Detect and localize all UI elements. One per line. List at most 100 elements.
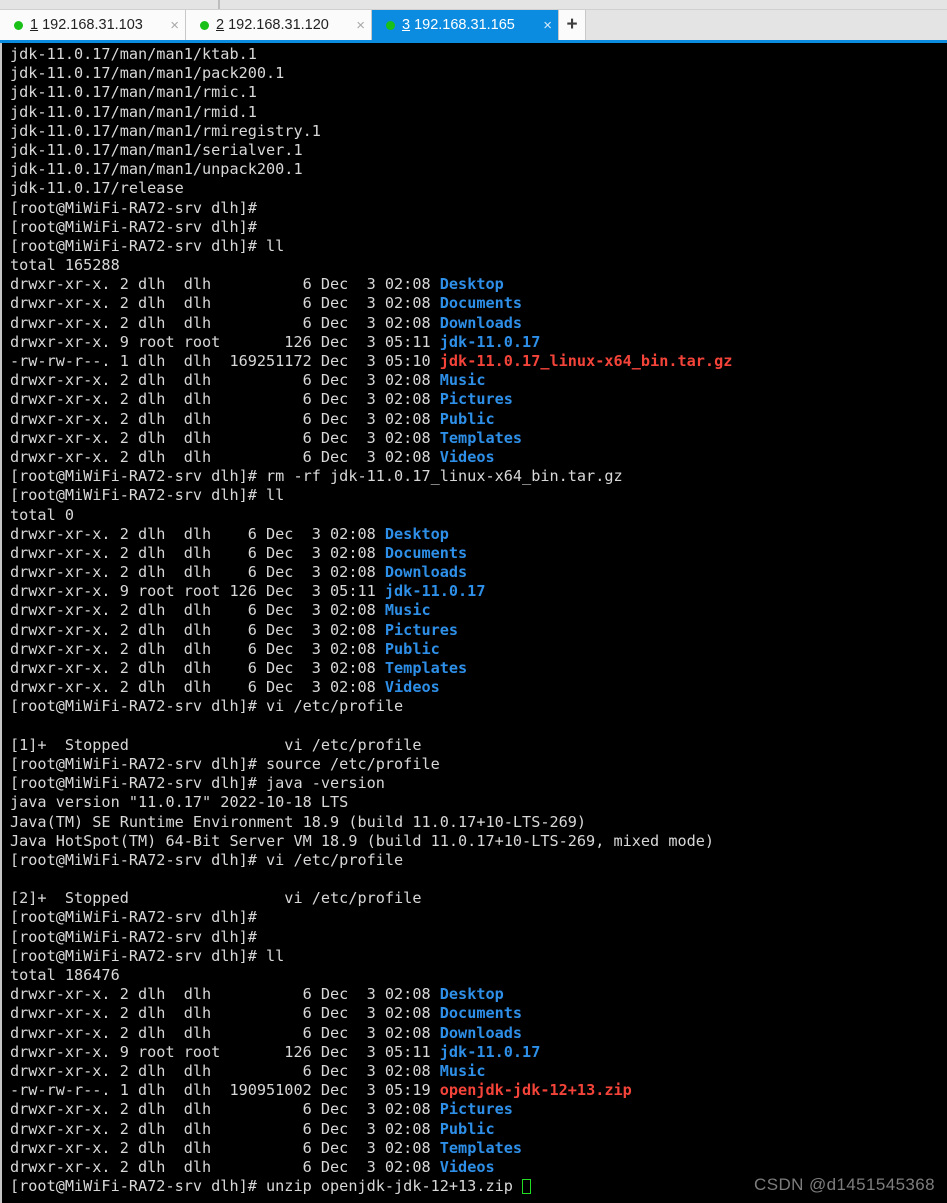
terminal-text: jdk-11.0.17/man/man1/unpack200.1 xyxy=(10,160,303,178)
terminal-line: drwxr-xr-x. 2 dlh dlh 6 Dec 3 02:08 Publ… xyxy=(10,410,947,429)
tab-index: 3 xyxy=(402,17,410,33)
terminal-text: drwxr-xr-x. 9 root root 126 Dec 3 05:11 xyxy=(10,1043,440,1061)
tab-session-2[interactable]: 2 192.168.31.120 × xyxy=(186,10,372,40)
terminal-line: jdk-11.0.17/release xyxy=(10,179,947,198)
terminal-text: drwxr-xr-x. 2 dlh dlh 6 Dec 3 02:08 xyxy=(10,275,440,293)
terminal-line: drwxr-xr-x. 2 dlh dlh 6 Dec 3 02:08 Musi… xyxy=(10,371,947,390)
terminal-line: jdk-11.0.17/man/man1/rmid.1 xyxy=(10,103,947,122)
tab-label: 192.168.31.120 xyxy=(228,17,350,33)
terminal-line: [1]+ Stopped vi /etc/profile xyxy=(10,736,947,755)
terminal-text: drwxr-xr-x. 2 dlh dlh 6 Dec 3 02:08 xyxy=(10,314,440,332)
terminal-text: [root@MiWiFi-RA72-srv dlh]# source /etc/… xyxy=(10,755,440,773)
terminal-line: Java(TM) SE Runtime Environment 18.9 (bu… xyxy=(10,813,947,832)
terminal-text: jdk-11.0.17/man/man1/rmiregistry.1 xyxy=(10,122,321,140)
terminal-text: total 186476 xyxy=(10,966,120,984)
terminal-line: drwxr-xr-x. 2 dlh dlh 6 Dec 3 02:08 Pict… xyxy=(10,390,947,409)
terminal-text: drwxr-xr-x. 2 dlh dlh 6 Dec 3 02:08 xyxy=(10,621,385,639)
terminal-line: drwxr-xr-x. 2 dlh dlh 6 Dec 3 02:08 Temp… xyxy=(10,429,947,448)
terminal-text: [root@MiWiFi-RA72-srv dlh]# unzip openjd… xyxy=(10,1177,522,1195)
terminal-line: total 165288 xyxy=(10,256,947,275)
terminal-line: total 0 xyxy=(10,506,947,525)
directory-name: jdk-11.0.17 xyxy=(440,1043,541,1061)
terminal-text: drwxr-xr-x. 2 dlh dlh 6 Dec 3 02:08 xyxy=(10,1120,440,1138)
terminal-line: [root@MiWiFi-RA72-srv dlh]# source /etc/… xyxy=(10,755,947,774)
terminal-text: drwxr-xr-x. 2 dlh dlh 6 Dec 3 02:08 xyxy=(10,294,440,312)
status-dot-icon xyxy=(200,21,209,30)
terminal-line: drwxr-xr-x. 9 root root 126 Dec 3 05:11 … xyxy=(10,1043,947,1062)
terminal-line: [root@MiWiFi-RA72-srv dlh]# vi /etc/prof… xyxy=(10,851,947,870)
terminal-line: drwxr-xr-x. 2 dlh dlh 6 Dec 3 02:08 Down… xyxy=(10,314,947,333)
terminal-line: drwxr-xr-x. 2 dlh dlh 6 Dec 3 02:08 Musi… xyxy=(10,601,947,620)
tab-label: 192.168.31.165 xyxy=(414,17,537,33)
terminal-text: -rw-rw-r--. 1 dlh dlh 190951002 Dec 3 05… xyxy=(10,1081,440,1099)
terminal-line: drwxr-xr-x. 2 dlh dlh 6 Dec 3 02:08 Vide… xyxy=(10,448,947,467)
terminal-line: drwxr-xr-x. 2 dlh dlh 6 Dec 3 02:08 Docu… xyxy=(10,544,947,563)
terminal-line: drwxr-xr-x. 2 dlh dlh 6 Dec 3 02:08 Vide… xyxy=(10,678,947,697)
terminal-text: [1]+ Stopped vi /etc/profile xyxy=(10,736,421,754)
terminal-text: drwxr-xr-x. 2 dlh dlh 6 Dec 3 02:08 xyxy=(10,448,440,466)
terminal-text: drwxr-xr-x. 2 dlh dlh 6 Dec 3 02:08 xyxy=(10,429,440,447)
directory-name: Documents xyxy=(440,294,522,312)
terminal-text: drwxr-xr-x. 2 dlh dlh 6 Dec 3 02:08 xyxy=(10,371,440,389)
terminal-viewport[interactable]: jdk-11.0.17/man/man1/ktab.1 jdk-11.0.17/m… xyxy=(0,43,947,1203)
terminal-text: jdk-11.0.17/man/man1/rmic.1 xyxy=(10,83,257,101)
terminal-text: drwxr-xr-x. 2 dlh dlh 6 Dec 3 02:08 xyxy=(10,1100,440,1118)
terminal-line: drwxr-xr-x. 2 dlh dlh 6 Dec 3 02:08 Temp… xyxy=(10,659,947,678)
terminal-text: drwxr-xr-x. 2 dlh dlh 6 Dec 3 02:08 xyxy=(10,1062,440,1080)
terminal-text: [root@MiWiFi-RA72-srv dlh]# ll xyxy=(10,947,284,965)
terminal-text: drwxr-xr-x. 2 dlh dlh 6 Dec 3 02:08 xyxy=(10,601,385,619)
tab-session-1[interactable]: 1 192.168.31.103 × xyxy=(0,10,186,40)
terminal-line: drwxr-xr-x. 2 dlh dlh 6 Dec 3 02:08 Publ… xyxy=(10,640,947,659)
terminal-line: [root@MiWiFi-RA72-srv dlh]# xyxy=(10,908,947,927)
terminal-line: drwxr-xr-x. 9 root root 126 Dec 3 05:11 … xyxy=(10,333,947,352)
terminal-text: jdk-11.0.17/release xyxy=(10,179,184,197)
terminal-line: [root@MiWiFi-RA72-srv dlh]# rm -rf jdk-1… xyxy=(10,467,947,486)
terminal-line: drwxr-xr-x. 2 dlh dlh 6 Dec 3 02:08 Publ… xyxy=(10,1120,947,1139)
terminal-text: jdk-11.0.17/man/man1/serialver.1 xyxy=(10,141,303,159)
terminal-text: jdk-11.0.17/man/man1/ktab.1 xyxy=(10,45,257,63)
terminal-text: -rw-rw-r--. 1 dlh dlh 169251172 Dec 3 05… xyxy=(10,352,440,370)
terminal-text: Java HotSpot(TM) 64-Bit Server VM 18.9 (… xyxy=(10,832,714,850)
directory-name: Documents xyxy=(440,1004,522,1022)
terminal-line: drwxr-xr-x. 2 dlh dlh 6 Dec 3 02:08 Desk… xyxy=(10,985,947,1004)
file-name: jdk-11.0.17_linux-x64_bin.tar.gz xyxy=(440,352,733,370)
terminal-line: drwxr-xr-x. 2 dlh dlh 6 Dec 3 02:08 Desk… xyxy=(10,525,947,544)
terminal-text: [root@MiWiFi-RA72-srv dlh]# ll xyxy=(10,237,284,255)
directory-name: Desktop xyxy=(440,275,504,293)
directory-name: Templates xyxy=(440,1139,522,1157)
directory-name: Templates xyxy=(440,429,522,447)
directory-name: Documents xyxy=(385,544,467,562)
terminal-line: drwxr-xr-x. 2 dlh dlh 6 Dec 3 02:08 Desk… xyxy=(10,275,947,294)
directory-name: Videos xyxy=(385,678,440,696)
terminal-line: [root@MiWiFi-RA72-srv dlh]# xyxy=(10,218,947,237)
tab-index: 2 xyxy=(216,17,224,33)
directory-name: Pictures xyxy=(385,621,458,639)
watermark: CSDN @d1451545368 xyxy=(754,1175,935,1195)
close-icon[interactable]: × xyxy=(170,18,179,33)
terminal-text: java version "11.0.17" 2022-10-18 LTS xyxy=(10,793,348,811)
terminal-text: drwxr-xr-x. 2 dlh dlh 6 Dec 3 02:08 xyxy=(10,659,385,677)
terminal-text: drwxr-xr-x. 2 dlh dlh 6 Dec 3 02:08 xyxy=(10,390,440,408)
directory-name: Videos xyxy=(440,1158,495,1176)
tab-session-3[interactable]: 3 192.168.31.165 × xyxy=(372,10,558,40)
new-tab-button[interactable]: + xyxy=(558,10,586,40)
terminal-text: jdk-11.0.17/man/man1/rmid.1 xyxy=(10,103,257,121)
directory-name: Desktop xyxy=(385,525,449,543)
close-icon[interactable]: × xyxy=(543,18,552,33)
terminal-line: [2]+ Stopped vi /etc/profile xyxy=(10,889,947,908)
terminal-line: -rw-rw-r--. 1 dlh dlh 169251172 Dec 3 05… xyxy=(10,352,947,371)
status-dot-icon xyxy=(386,21,395,30)
terminal-text: drwxr-xr-x. 2 dlh dlh 6 Dec 3 02:08 xyxy=(10,1004,440,1022)
terminal-text: drwxr-xr-x. 2 dlh dlh 6 Dec 3 02:08 xyxy=(10,678,385,696)
directory-name: Public xyxy=(385,640,440,658)
terminal-text: [root@MiWiFi-RA72-srv dlh]# ll xyxy=(10,486,284,504)
terminal-line: drwxr-xr-x. 2 dlh dlh 6 Dec 3 02:08 Down… xyxy=(10,563,947,582)
terminal-line: -rw-rw-r--. 1 dlh dlh 190951002 Dec 3 05… xyxy=(10,1081,947,1100)
close-icon[interactable]: × xyxy=(356,18,365,33)
terminal-line: total 186476 xyxy=(10,966,947,985)
terminal-text: drwxr-xr-x. 2 dlh dlh 6 Dec 3 02:08 xyxy=(10,640,385,658)
tab-bar-filler xyxy=(586,10,947,40)
terminal-window: 1 192.168.31.103 × 2 192.168.31.120 × 3 … xyxy=(0,0,947,1203)
terminal-text: [root@MiWiFi-RA72-srv dlh]# rm -rf jdk-1… xyxy=(10,467,623,485)
terminal-line: jdk-11.0.17/man/man1/ktab.1 xyxy=(10,45,947,64)
